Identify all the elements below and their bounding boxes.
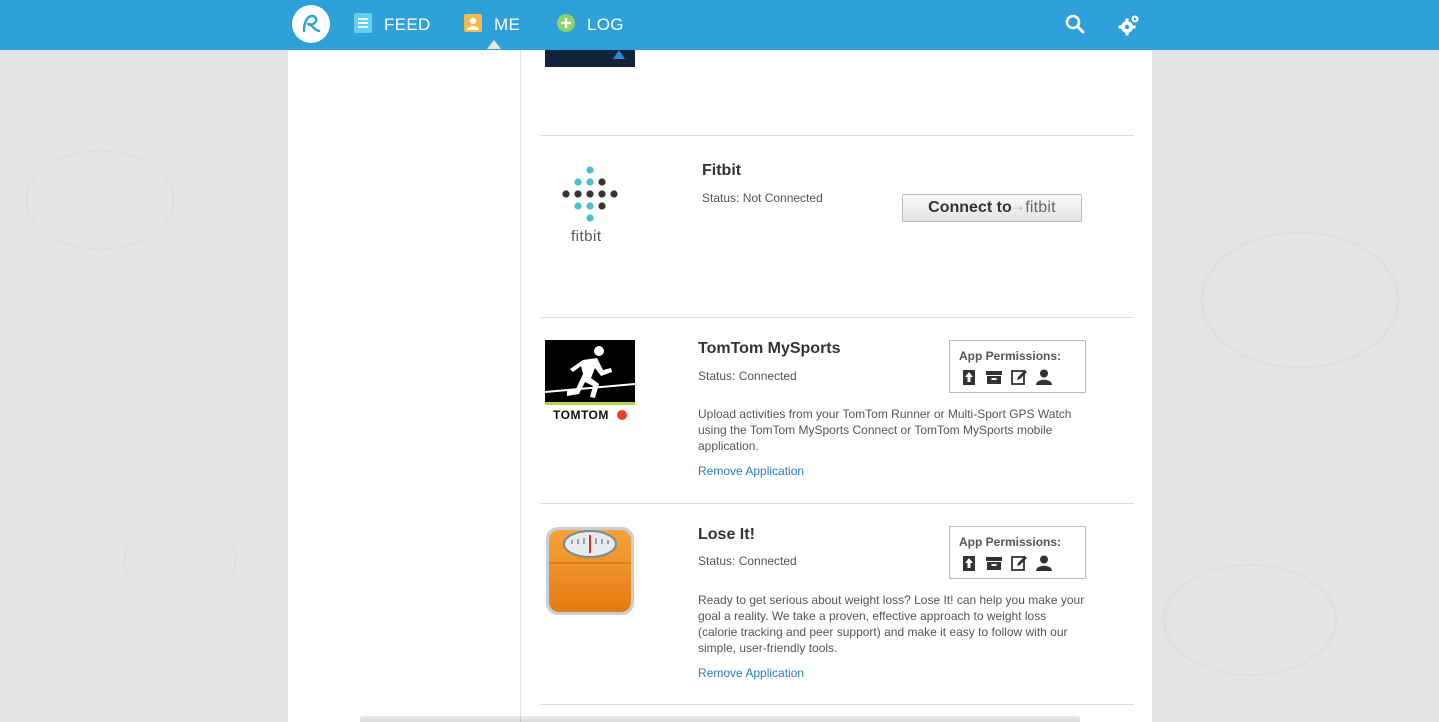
connect-to-fitbit-button[interactable]: Connect to ⇢ fitbit <box>902 194 1082 222</box>
arrow-icon: ⇢ <box>1014 202 1023 213</box>
app-permissions-box: App Permissions: <box>949 526 1086 579</box>
archive-icon <box>985 368 1003 386</box>
me-icon <box>464 13 482 37</box>
divider <box>540 503 1134 504</box>
nav-me-label: ME <box>494 15 521 34</box>
app-description: Upload activities from your TomTom Runne… <box>698 407 1072 453</box>
app-title: TomTom MySports <box>698 340 841 357</box>
remove-application-link[interactable]: Remove Application <box>698 464 804 478</box>
upload-icon <box>960 368 978 386</box>
app-permissions-box: App Permissions: <box>949 340 1086 393</box>
app-status: Status: Connected <box>698 369 797 383</box>
tomtom-wordmark: TOMTOM <box>553 408 609 422</box>
lose-it-logo <box>545 526 635 616</box>
profile-icon <box>1035 368 1053 386</box>
profile-icon <box>1035 554 1053 572</box>
divider <box>540 317 1134 318</box>
nav-log[interactable]: LOG <box>557 0 624 50</box>
divider <box>540 135 1134 136</box>
app-status: Status: Not Connected <box>702 191 823 205</box>
previous-app-logo <box>545 50 635 67</box>
top-nav-bar: FEED ME LOG <box>0 0 1439 50</box>
permissions-title: App Permissions: <box>959 349 1062 363</box>
tomtom-hands-icon <box>617 410 627 420</box>
divider <box>540 704 1134 705</box>
remove-application-link[interactable]: Remove Application <box>698 666 804 680</box>
fitbit-wordmark: fitbit <box>571 228 602 245</box>
feed-icon <box>354 12 372 38</box>
app-description: Ready to get serious about weight loss? … <box>698 593 1085 655</box>
archive-icon <box>985 554 1003 572</box>
log-plus-icon <box>557 13 575 37</box>
bottom-panel-edge <box>360 716 1080 722</box>
runkeeper-logo-icon[interactable] <box>292 5 330 43</box>
active-tab-caret <box>487 40 501 49</box>
connect-label: Connect to <box>928 199 1012 216</box>
edit-icon <box>1010 554 1028 572</box>
upload-icon <box>960 554 978 572</box>
applications-list: fitbit Fitbit Status: Not Connected Conn… <box>540 50 1134 722</box>
search-icon[interactable] <box>1064 13 1088 37</box>
connect-brand: fitbit <box>1025 199 1056 216</box>
left-sidebar <box>288 50 521 722</box>
edit-icon <box>1010 368 1028 386</box>
app-title: Fitbit <box>702 162 742 179</box>
fitbit-logo: fitbit <box>545 162 635 252</box>
app-status: Status: Connected <box>698 554 797 568</box>
nav-log-label: LOG <box>587 15 624 34</box>
tomtom-logo: TOMTOM <box>544 340 636 430</box>
content-card: fitbit Fitbit Status: Not Connected Conn… <box>288 50 1152 722</box>
nav-feed[interactable]: FEED <box>354 0 431 50</box>
nav-feed-label: FEED <box>384 15 431 34</box>
gear-icon[interactable] <box>1117 13 1141 37</box>
app-title: Lose It! <box>698 526 755 543</box>
permissions-title: App Permissions: <box>959 535 1062 549</box>
